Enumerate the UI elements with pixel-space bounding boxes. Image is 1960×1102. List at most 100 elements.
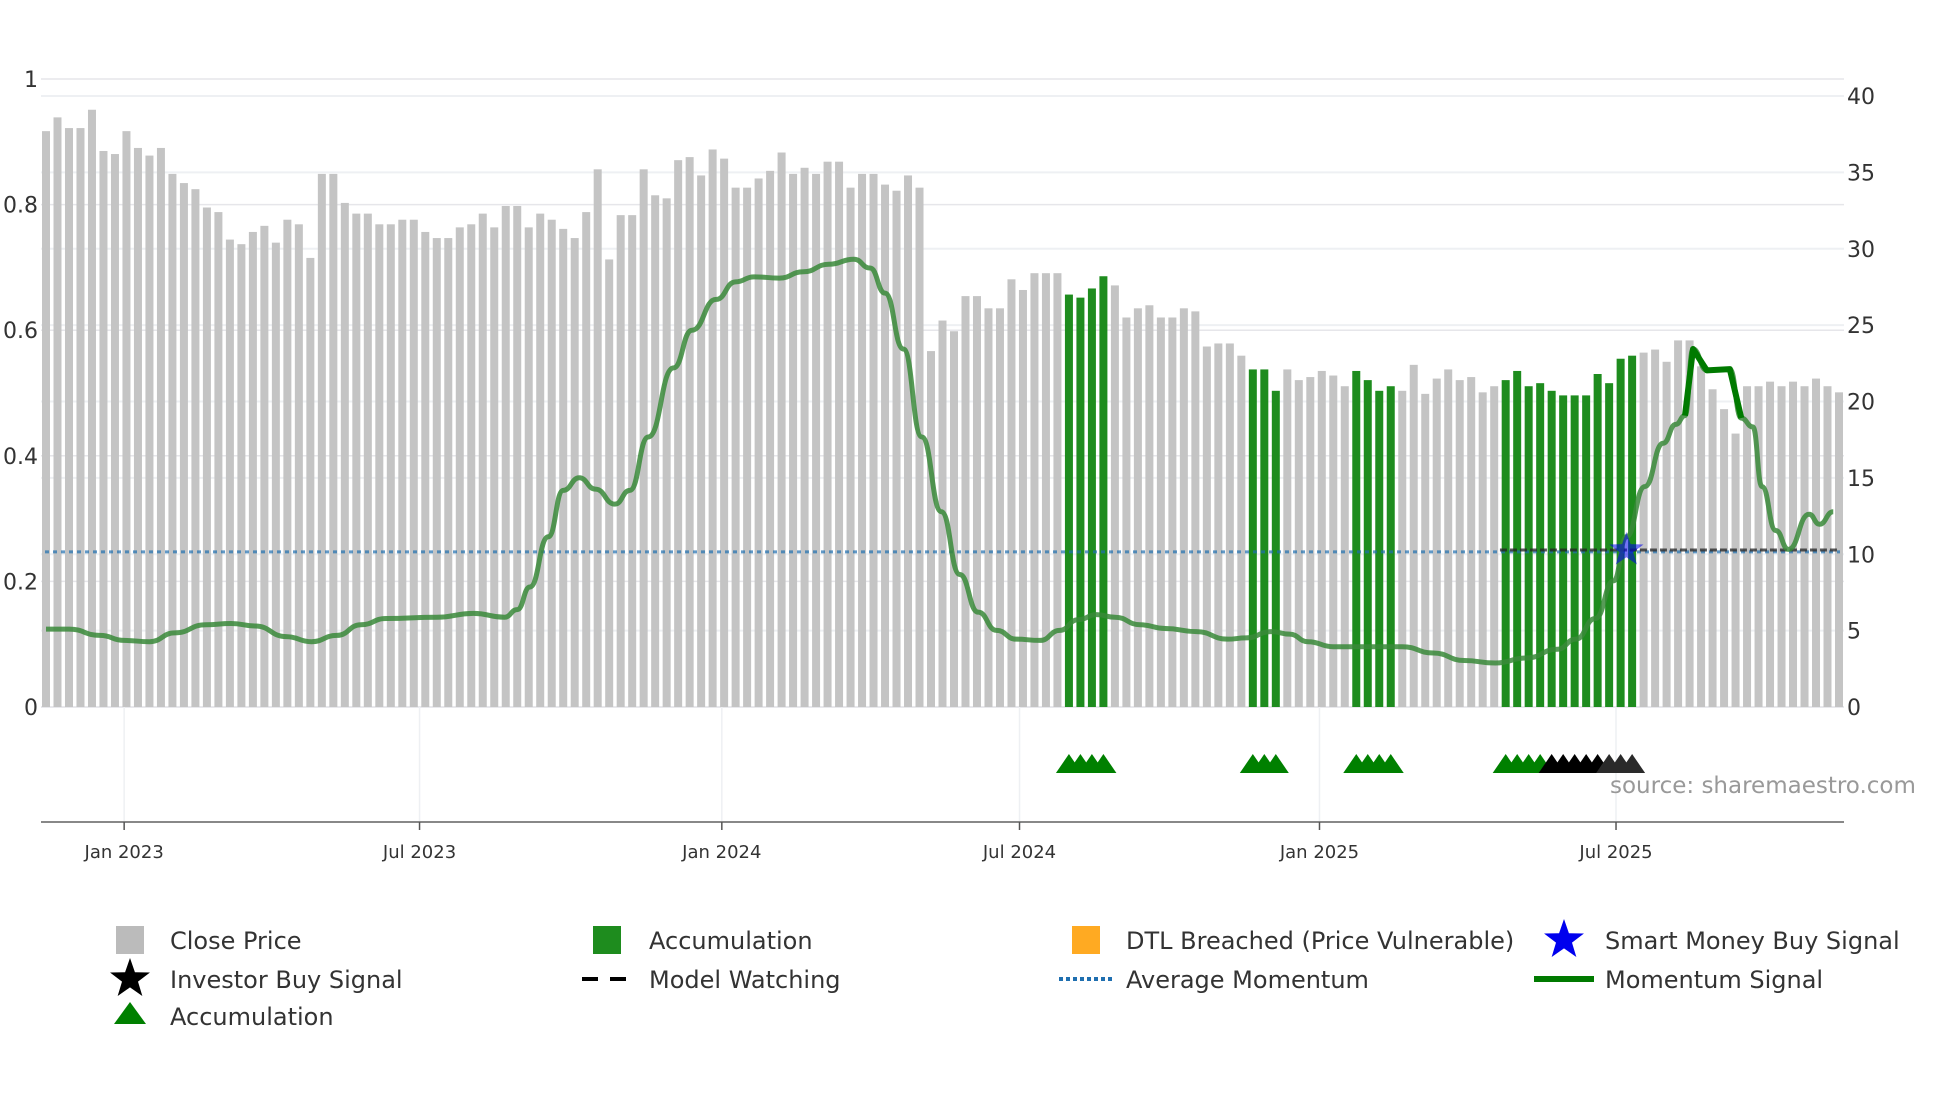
close-price-bar [386, 224, 395, 707]
right-axis-tick-label: 10 [1847, 543, 1875, 568]
accumulation-bar [1076, 297, 1085, 707]
close-price-bar [927, 351, 936, 707]
close-price-bar [1651, 349, 1660, 707]
legend-label: DTL Breached (Price Vulnerable) [1126, 927, 1514, 955]
accumulation-bar [1375, 390, 1384, 707]
close-price-bar [1467, 377, 1476, 707]
source-credit: source: sharemaestro.com [1610, 773, 1916, 799]
close-price-bar [202, 207, 211, 707]
legend-dtl-breached-price-vulnerable-swatch-icon [1072, 926, 1100, 954]
accumulation-bar [1271, 390, 1280, 707]
close-price-bar [892, 190, 901, 707]
stock-signal-chart: 00.20.40.60.810510152025303540Jan 2023 Ju… [3, 68, 1916, 1031]
close-price-bar [156, 147, 165, 707]
close-price-bar [846, 187, 855, 707]
legend-label: Model Watching [649, 966, 841, 994]
close-price-bar [260, 225, 269, 707]
left-axis-tick-label: 1 [24, 68, 38, 93]
legend-label: Momentum Signal [1605, 966, 1823, 994]
close-price-bar [248, 231, 257, 707]
close-price-bar [1225, 343, 1234, 707]
close-price-bar [1237, 355, 1246, 707]
right-axis-tick-label: 30 [1847, 238, 1875, 263]
close-price-bar [1156, 317, 1165, 707]
right-axis-tick-label: 5 [1847, 620, 1861, 645]
close-price-bar [501, 205, 510, 708]
close-price-bar [87, 109, 96, 707]
close-price-bar [99, 150, 108, 708]
close-price-bar [375, 224, 384, 707]
left-axis-tick-label: 0.6 [3, 319, 38, 344]
close-price-bar [674, 160, 683, 707]
close-price-bar [593, 169, 602, 707]
close-price-bar [133, 147, 142, 707]
legend-label: Investor Buy Signal [170, 966, 403, 994]
legend-label: Smart Money Buy Signal [1605, 927, 1900, 955]
close-price-bar [662, 198, 671, 707]
legend-label: Average Momentum [1126, 966, 1369, 994]
close-price-bar [697, 175, 706, 707]
close-price-bar [858, 173, 867, 708]
accumulation-marker-panel [1055, 754, 1646, 773]
close-price-bar [1800, 386, 1809, 707]
right-axis-tick-label: 0 [1847, 696, 1861, 721]
close-price-bar [915, 187, 924, 707]
close-price-bar [949, 331, 958, 707]
close-price-bar [559, 228, 568, 707]
close-price-bar [490, 227, 499, 708]
close-price-bar [329, 173, 338, 708]
close-price-bar [1007, 279, 1016, 707]
accumulation-bar [1386, 386, 1395, 707]
left-axis-tick-label: 0 [24, 696, 38, 721]
close-price-bar [1145, 305, 1154, 707]
close-price-bar [478, 213, 487, 707]
close-price-bar [869, 173, 878, 708]
close-price-bar [984, 308, 993, 707]
x-axis-tick-label: Jan 2023 [84, 842, 164, 863]
accumulation-bar [1352, 370, 1361, 707]
accumulation-bar [1260, 369, 1269, 707]
left-axis-tick-label: 0.2 [3, 570, 38, 595]
close-price-bar [432, 238, 441, 707]
legend-label: Accumulation [170, 1003, 334, 1031]
close-price-bar [1294, 380, 1303, 707]
close-price-bar [1317, 370, 1326, 707]
legend-accumulation-swatch-icon [593, 926, 621, 954]
x-axis-tick-label: Jan 2024 [681, 842, 761, 863]
close-price-bar [1398, 390, 1407, 707]
close-price-bar [1639, 352, 1648, 707]
close-price-bar [524, 227, 533, 708]
close-price-bar [1191, 311, 1200, 707]
close-price-bar [64, 128, 73, 707]
legend-accumulation-triangle-icon [114, 1002, 146, 1024]
accumulation-bar [1248, 369, 1257, 707]
close-price-bar [1432, 378, 1441, 707]
close-price-bar [1018, 289, 1027, 707]
close-price-bar [995, 308, 1004, 707]
close-price-bar [421, 231, 430, 707]
x-axis-tick-label: Jul 2023 [382, 842, 456, 863]
close-price-bar [283, 219, 292, 708]
close-price-bar [570, 238, 579, 707]
close-price-bar [1202, 346, 1211, 707]
close-price-bar [605, 259, 614, 707]
close-price-bar [1823, 386, 1832, 707]
close-price-bar [294, 224, 303, 707]
close-price-bar [1766, 381, 1775, 707]
close-price-bar [168, 173, 177, 708]
close-price-bar [766, 170, 775, 707]
close-price-bar [823, 161, 832, 707]
x-axis-tick-label: Jul 2024 [982, 842, 1056, 863]
close-price-bar [1283, 369, 1292, 707]
right-axis-tick-label: 25 [1847, 314, 1875, 339]
accumulation-bar [1099, 276, 1108, 707]
close-price-bar [582, 212, 591, 707]
close-price-bar [1731, 433, 1740, 707]
close-price-bar [1743, 386, 1752, 707]
close-price-bar [1179, 308, 1188, 707]
close-price-bar [708, 149, 717, 707]
close-price-bar [812, 173, 821, 708]
close-price-bar [547, 219, 556, 708]
legend: Close Price Accumulation DTL Breached (Pri… [110, 919, 1900, 1031]
close-price-bar [1409, 364, 1418, 707]
